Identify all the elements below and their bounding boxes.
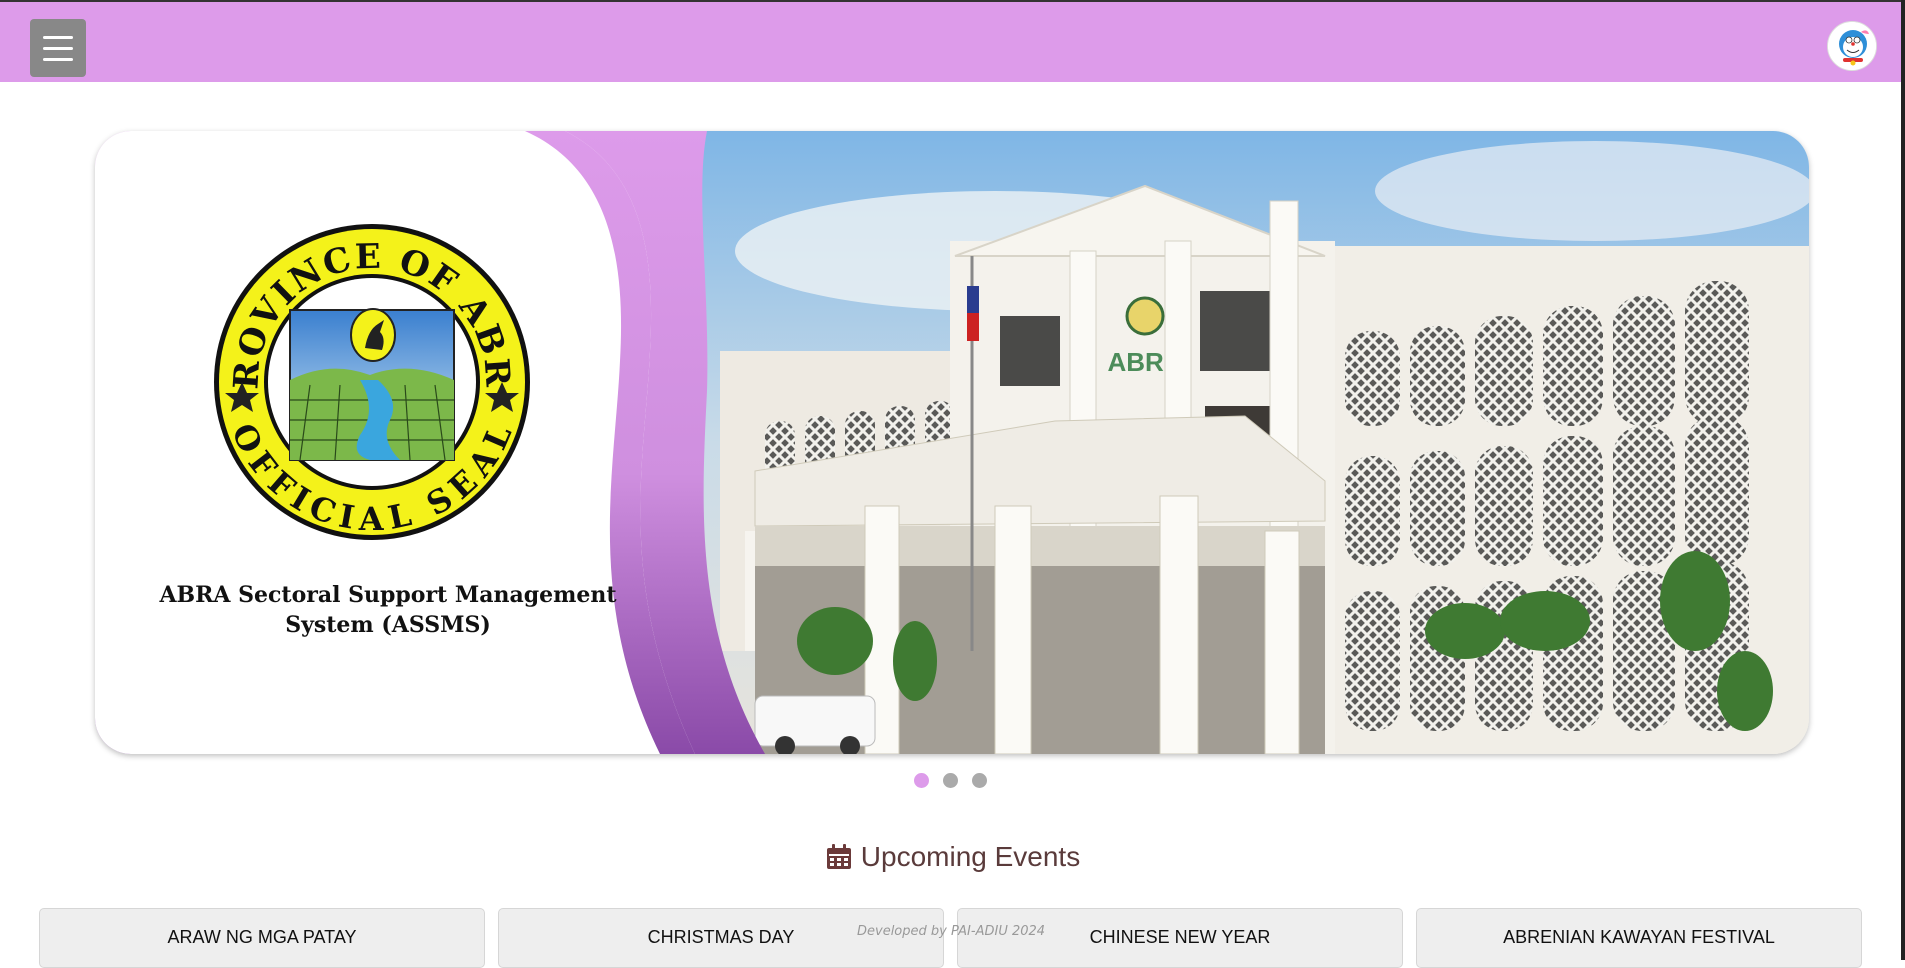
hamburger-icon-line [43, 46, 73, 50]
carousel-dot-2[interactable] [943, 773, 958, 788]
province-seal-logo: PROVINCE OF ABRA OFFICIAL SEAL [210, 220, 530, 540]
calendar-icon [826, 844, 851, 869]
carousel-dot-1[interactable] [914, 773, 929, 788]
top-navbar [0, 0, 1905, 82]
page-scrollbar[interactable] [1901, 0, 1905, 960]
upcoming-events-title: Upcoming Events [860, 841, 1081, 872]
hamburger-icon-line [43, 57, 73, 61]
hero-carousel-slide: ABRA ROVINCE OF ABR OFFICIAL SEAL ABRA S… [95, 131, 1809, 754]
user-avatar[interactable] [1827, 21, 1877, 71]
carousel-indicators [914, 773, 987, 788]
event-card[interactable]: ABRENIAN KAWAYAN FESTIVAL [1416, 908, 1862, 968]
system-title: ABRA Sectoral Support Management System … [159, 582, 617, 638]
avatar-icon [1828, 22, 1876, 70]
developer-credit: Developed by PAI-ADIU 2024 [857, 924, 1046, 939]
hamburger-menu-button[interactable] [30, 19, 86, 77]
event-card[interactable]: ARAW NG MGA PATAY [39, 908, 485, 968]
carousel-dot-3[interactable] [972, 773, 987, 788]
hamburger-icon-line [43, 35, 73, 39]
upcoming-events-heading: Upcoming Events [0, 841, 1905, 873]
